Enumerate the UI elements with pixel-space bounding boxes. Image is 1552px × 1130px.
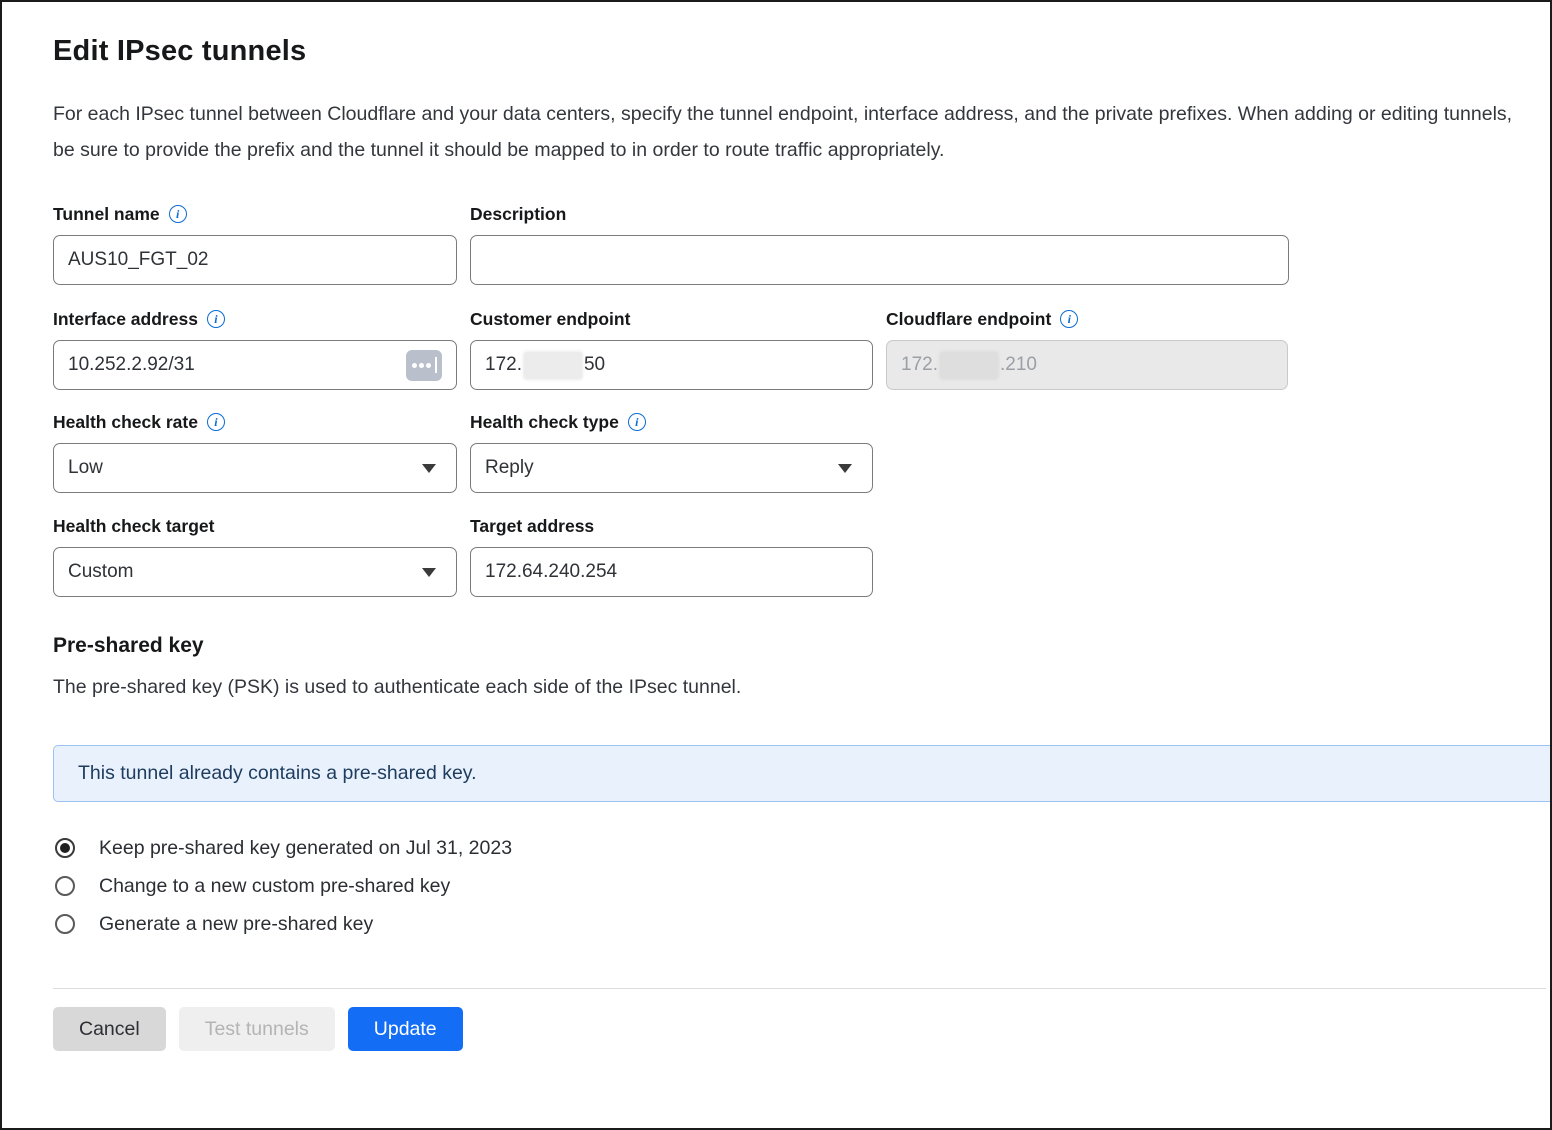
radio-custom-psk-label: Change to a new custom pre-shared key: [99, 875, 450, 898]
customer-endpoint-input[interactable]: 172. 50: [470, 340, 873, 390]
cancel-button[interactable]: Cancel: [53, 1007, 166, 1051]
customer-endpoint-value-prefix: 172.: [485, 354, 522, 376]
test-tunnels-button[interactable]: Test tunnels: [179, 1007, 335, 1051]
tunnel-name-label-line: Tunnel name i: [53, 202, 457, 226]
customer-endpoint-label: Customer endpoint: [470, 309, 630, 330]
cloudflare-endpoint-value-prefix: 172.: [901, 354, 938, 376]
cloudflare-endpoint-label: Cloudflare endpoint: [886, 309, 1051, 330]
radio-button[interactable]: [55, 838, 75, 858]
health-check-type-field: Health check type i Reply: [470, 410, 873, 493]
description-label-line: Description: [470, 202, 1289, 226]
health-check-type-label-line: Health check type i: [470, 410, 873, 434]
form-row-2: Interface address i 10.252.2.92/31 Custo…: [53, 307, 1550, 390]
info-icon[interactable]: i: [1060, 310, 1078, 328]
target-address-field: Target address: [470, 514, 873, 597]
input-ellipsis-icon[interactable]: [406, 350, 442, 381]
tunnel-name-input[interactable]: [53, 235, 457, 285]
psk-description: The pre-shared key (PSK) is used to auth…: [53, 676, 1550, 699]
health-check-type-label: Health check type: [470, 412, 619, 433]
health-check-target-label: Health check target: [53, 516, 214, 537]
psk-info-banner: This tunnel already contains a pre-share…: [53, 745, 1550, 802]
target-address-input[interactable]: [470, 547, 873, 597]
chevron-down-icon: [838, 464, 852, 473]
health-check-type-value: Reply: [485, 457, 838, 479]
info-icon[interactable]: i: [169, 205, 187, 223]
footer-actions: Cancel Test tunnels Update: [53, 1007, 1550, 1051]
cloudflare-endpoint-label-line: Cloudflare endpoint i: [886, 307, 1288, 331]
health-check-rate-label-line: Health check rate i: [53, 410, 457, 434]
interface-address-value: 10.252.2.92/31: [68, 354, 406, 376]
cloudflare-endpoint-field: Cloudflare endpoint i 172. .210: [886, 307, 1288, 390]
health-check-rate-select[interactable]: Low: [53, 443, 457, 493]
customer-endpoint-label-line: Customer endpoint: [470, 307, 873, 331]
description-input[interactable]: [470, 235, 1289, 285]
interface-address-field: Interface address i 10.252.2.92/31: [53, 307, 457, 390]
description-field: Description: [470, 202, 1289, 285]
health-check-rate-field: Health check rate i Low: [53, 410, 457, 493]
cloudflare-endpoint-input: 172. .210: [886, 340, 1288, 390]
interface-address-input[interactable]: 10.252.2.92/31: [53, 340, 457, 390]
redacted-segment: [524, 352, 582, 379]
intro-text: For each IPsec tunnel between Cloudflare…: [53, 96, 1523, 168]
interface-address-label: Interface address: [53, 309, 198, 330]
page-title: Edit IPsec tunnels: [53, 35, 1550, 68]
form-row-4: Health check target Custom Target addres…: [53, 514, 1550, 597]
psk-heading: Pre-shared key: [53, 634, 1550, 658]
psk-banner-message: This tunnel already contains a pre-share…: [78, 762, 477, 785]
tunnel-name-label: Tunnel name: [53, 204, 160, 225]
footer-divider: [53, 988, 1546, 989]
edit-ipsec-tunnels-dialog: Edit IPsec tunnels For each IPsec tunnel…: [0, 0, 1552, 1130]
cloudflare-endpoint-value-suffix: .210: [1000, 354, 1037, 376]
customer-endpoint-value-suffix: 50: [584, 354, 605, 376]
info-icon[interactable]: i: [207, 413, 225, 431]
info-icon[interactable]: i: [628, 413, 646, 431]
form-row-1: Tunnel name i Description: [53, 202, 1550, 285]
health-check-type-select[interactable]: Reply: [470, 443, 873, 493]
radio-generate-psk[interactable]: Generate a new pre-shared key: [53, 910, 1550, 938]
radio-button[interactable]: [55, 914, 75, 934]
health-check-rate-label: Health check rate: [53, 412, 198, 433]
chevron-down-icon: [422, 464, 436, 473]
update-button[interactable]: Update: [348, 1007, 463, 1051]
target-address-label: Target address: [470, 516, 594, 537]
radio-button[interactable]: [55, 876, 75, 896]
health-check-target-field: Health check target Custom: [53, 514, 457, 597]
health-check-target-value: Custom: [68, 561, 422, 583]
radio-custom-psk[interactable]: Change to a new custom pre-shared key: [53, 872, 1550, 900]
form-row-3: Health check rate i Low Health check typ…: [53, 410, 1550, 493]
radio-generate-psk-label: Generate a new pre-shared key: [99, 913, 373, 936]
radio-keep-psk-label: Keep pre-shared key generated on Jul 31,…: [99, 837, 512, 860]
tunnel-name-field: Tunnel name i: [53, 202, 457, 285]
redacted-segment: [940, 352, 998, 379]
psk-radio-group: Keep pre-shared key generated on Jul 31,…: [53, 834, 1550, 938]
customer-endpoint-field: Customer endpoint 172. 50: [470, 307, 873, 390]
info-icon[interactable]: i: [207, 310, 225, 328]
chevron-down-icon: [422, 568, 436, 577]
health-check-target-label-line: Health check target: [53, 514, 457, 538]
interface-address-label-line: Interface address i: [53, 307, 457, 331]
health-check-rate-value: Low: [68, 457, 422, 479]
target-address-label-line: Target address: [470, 514, 873, 538]
description-label: Description: [470, 204, 566, 225]
radio-keep-psk[interactable]: Keep pre-shared key generated on Jul 31,…: [53, 834, 1550, 862]
health-check-target-select[interactable]: Custom: [53, 547, 457, 597]
